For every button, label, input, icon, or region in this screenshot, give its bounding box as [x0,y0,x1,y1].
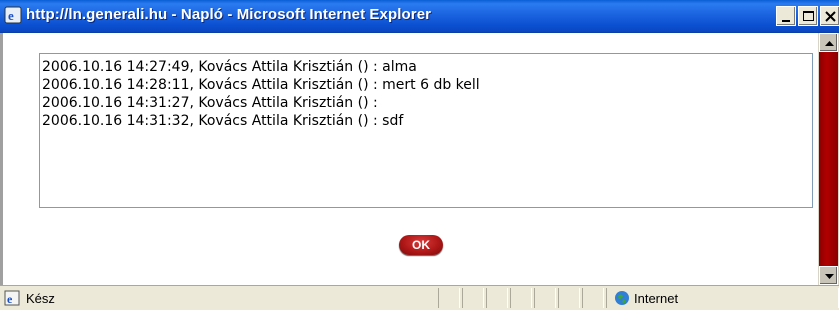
status-panel [510,288,532,308]
window-title: http://ln.generali.hu - Napló - Microsof… [26,6,432,23]
arrow-down-icon [825,274,834,279]
close-icon [825,11,836,22]
zone-text: Internet [634,291,679,306]
status-panel [534,288,556,308]
ie-page-icon: e [4,290,20,306]
minimize-icon [782,20,790,22]
status-panel [486,288,508,308]
vertical-scrollbar[interactable] [818,33,839,285]
minimize-button[interactable] [776,6,796,26]
svg-text:e: e [8,8,14,23]
scroll-up-button[interactable] [819,33,838,52]
log-entry: 2006.10.16 14:31:27, Kovács Attila Krisz… [42,95,378,111]
ok-button[interactable]: OK [399,235,443,255]
close-button[interactable] [820,6,839,26]
log-entry: 2006.10.16 14:31:32, Kovács Attila Krisz… [42,113,404,129]
maximize-button[interactable] [798,6,818,26]
status-panel [582,288,604,308]
scroll-down-button[interactable] [819,266,838,285]
log-entry: 2006.10.16 14:28:11, Kovács Attila Krisz… [42,77,480,93]
title-bar[interactable]: e http://ln.generali.hu - Napló - Micros… [0,0,839,33]
svg-text:e: e [7,292,13,306]
arrow-up-icon [825,41,834,46]
globe-icon [614,290,630,306]
scrollbar-track[interactable] [819,33,838,285]
status-bar: e Kész Internet [0,285,839,310]
log-entry: 2006.10.16 14:27:49, Kovács Attila Krisz… [42,59,417,75]
status-panel [438,288,460,308]
status-panel [558,288,580,308]
dialog-content: 2006.10.16 14:27:49, Kovács Attila Krisz… [0,33,818,285]
status-panel [462,288,484,308]
maximize-icon [803,11,814,21]
log-list[interactable]: 2006.10.16 14:27:49, Kovács Attila Krisz… [39,53,813,208]
ie-icon: e [4,6,22,24]
status-text: Kész [26,291,55,306]
